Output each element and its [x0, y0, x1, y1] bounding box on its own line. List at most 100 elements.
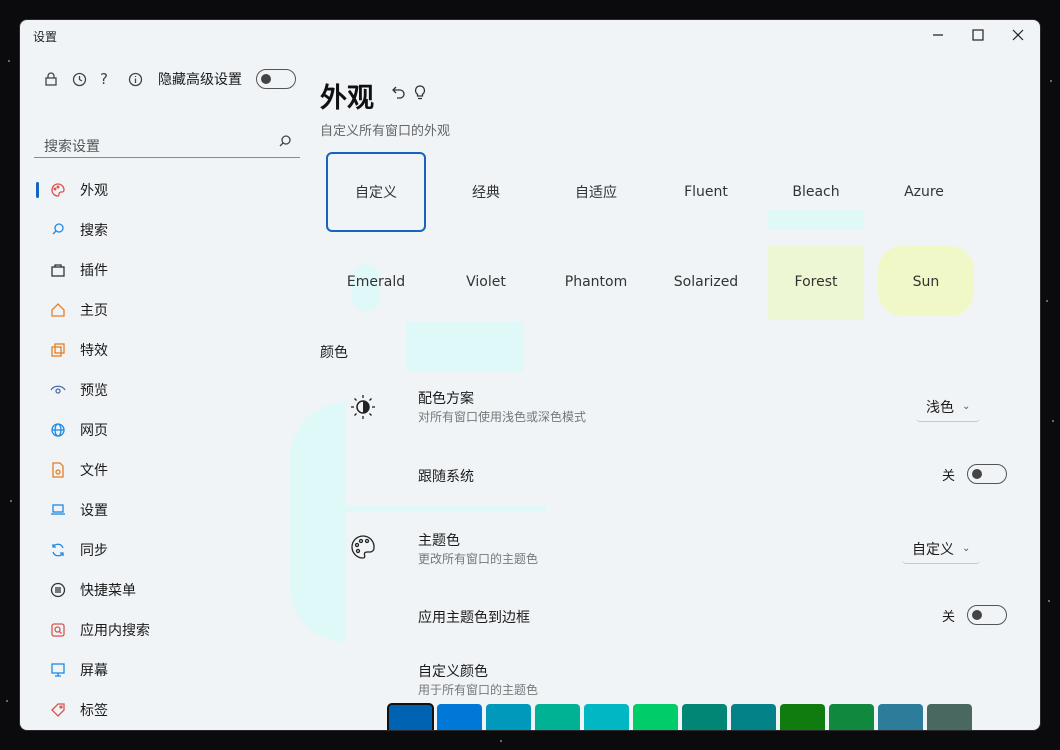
laptop-icon	[51, 504, 65, 515]
color-swatch[interactable]	[633, 704, 678, 730]
color-swatch[interactable]	[878, 704, 923, 730]
sidebar-item-label: 设置	[80, 503, 108, 519]
theme-color-title: 主题色	[418, 533, 460, 549]
minimize-button[interactable]	[918, 24, 958, 46]
apply-border-setting: 应用主题色到边框 关	[346, 605, 1008, 637]
apply-border-toggle[interactable]	[967, 605, 1008, 625]
color-swatch[interactable]	[486, 704, 531, 730]
color-swatch[interactable]	[437, 704, 482, 730]
undo-icon	[392, 86, 405, 99]
sidebar-item-files[interactable]: 文件	[20, 450, 310, 490]
settings-window: 设置 ? 隐藏高级设置 搜索设置 外观 搜索 插件 主页 特效 预览 网页 文件…	[20, 20, 1040, 730]
copy-icon	[51, 343, 65, 357]
question-icon: ?	[100, 70, 108, 88]
sidebar-item-home[interactable]: 主页	[20, 290, 310, 330]
theme-option-adaptive[interactable]: 自适应	[546, 152, 646, 232]
sidebar-item-in-app-search[interactable]: 应用内搜索	[20, 610, 310, 650]
close-button[interactable]	[998, 24, 1038, 46]
tag-icon	[51, 703, 65, 717]
title-actions	[390, 84, 428, 106]
theme-color-value: 自定义	[912, 541, 954, 558]
sync-icon	[52, 543, 64, 557]
help-button[interactable]: ?	[100, 68, 128, 90]
sidebar: ? 隐藏高级设置 搜索设置 外观 搜索 插件 主页 特效 预览 网页 文件 设置…	[20, 50, 310, 730]
theme-option-bleach[interactable]: Bleach	[766, 152, 866, 232]
sidebar-item-screen[interactable]: 屏幕	[20, 650, 310, 690]
custom-color-title: 自定义颜色	[418, 664, 488, 680]
color-scheme-desc: 对所有窗口使用浅色或深色模式	[418, 410, 587, 424]
eye-icon	[50, 385, 66, 394]
color-swatch[interactable]	[731, 704, 776, 730]
hide-advanced-toggle[interactable]	[256, 69, 296, 89]
sidebar-item-web[interactable]: 网页	[20, 410, 310, 450]
decor-blob	[346, 506, 546, 512]
minimize-icon	[933, 34, 943, 36]
maximize-button[interactable]	[958, 24, 998, 46]
theme-option-emerald[interactable]: Emerald	[326, 242, 426, 322]
sidebar-item-plugins[interactable]: 插件	[20, 250, 310, 290]
sidebar-item-label: 主页	[80, 303, 108, 319]
theme-option-classic[interactable]: 经典	[436, 152, 536, 232]
color-swatch[interactable]	[829, 704, 874, 730]
color-scheme-title: 配色方案	[418, 391, 474, 407]
color-swatch[interactable]	[780, 704, 825, 730]
sidebar-item-tags[interactable]: 标签	[20, 690, 310, 730]
bag-icon	[51, 264, 65, 277]
custom-color-setting: 自定义颜色 用于所有窗口的主题色	[346, 661, 1006, 701]
sidebar-item-sync[interactable]: 同步	[20, 530, 310, 570]
sidebar-item-appearance[interactable]: 外观	[20, 170, 310, 210]
undo-button[interactable]	[390, 84, 406, 106]
theme-option-violet[interactable]: Violet	[436, 242, 536, 322]
color-swatch[interactable]	[927, 704, 972, 730]
sidebar-item-label: 应用内搜索	[80, 623, 150, 639]
color-swatch[interactable]	[584, 704, 629, 730]
globe-icon	[51, 423, 65, 437]
page-title: 外观	[320, 83, 374, 114]
sidebar-item-label: 屏幕	[80, 663, 108, 679]
sidebar-item-quick-menu[interactable]: 快捷菜单	[20, 570, 310, 610]
sidebar-item-label: 网页	[80, 423, 108, 439]
color-swatch[interactable]	[387, 703, 434, 730]
search-input[interactable]: 搜索设置	[44, 136, 100, 156]
chevron-down-icon: ⌄	[962, 401, 971, 412]
decor-blob	[290, 402, 346, 642]
color-swatches	[387, 703, 972, 730]
about-button[interactable]	[128, 68, 156, 90]
color-swatch[interactable]	[535, 704, 580, 730]
monitor-icon	[51, 663, 65, 677]
history-button[interactable]	[72, 68, 100, 90]
menu-circle-icon	[50, 582, 66, 598]
theme-color-dropdown[interactable]: 自定义 ⌄	[902, 534, 981, 564]
follow-system-toggle[interactable]	[967, 464, 1008, 484]
sidebar-item-label: 快捷菜单	[80, 583, 136, 599]
follow-system-title: 跟随系统	[418, 469, 474, 485]
search-icon	[52, 223, 64, 235]
follow-system-switch: 关	[942, 464, 1008, 484]
theme-option-custom[interactable]: 自定义	[326, 152, 426, 232]
info-icon	[128, 72, 143, 86]
sidebar-item-effects[interactable]: 特效	[20, 330, 310, 370]
theme-option-sun[interactable]: Sun	[876, 242, 976, 322]
color-scheme-dropdown[interactable]: 浅色 ⌄	[916, 392, 981, 422]
main-panel: 外观 自定义所有窗口的外观 自定义 经典 自适应 Fluent Bleach A…	[290, 50, 1040, 730]
theme-option-azure[interactable]: Azure	[874, 152, 974, 232]
color-scheme-setting: 配色方案 对所有窗口使用浅色或深色模式 浅色 ⌄	[346, 388, 1006, 428]
sidebar-item-label: 标签	[80, 703, 108, 719]
apply-border-switch: 关	[942, 605, 1008, 625]
theme-option-fluent[interactable]: Fluent	[656, 152, 756, 232]
apply-border-state: 关	[942, 609, 956, 625]
theme-option-solarized[interactable]: Solarized	[656, 242, 756, 322]
search-icon	[279, 135, 291, 147]
tip-button[interactable]	[412, 84, 428, 106]
window-title: 设置	[33, 30, 58, 44]
sidebar-item-preview[interactable]: 预览	[20, 370, 310, 410]
sidebar-item-settings[interactable]: 设置	[20, 490, 310, 530]
color-swatch[interactable]	[682, 704, 727, 730]
apply-border-title: 应用主题色到边框	[418, 610, 530, 626]
file-icon	[52, 462, 64, 478]
theme-option-forest[interactable]: Forest	[766, 242, 866, 322]
search-box[interactable]: 搜索设置	[34, 128, 300, 158]
theme-option-phantom[interactable]: Phantom	[546, 242, 646, 322]
sidebar-item-search[interactable]: 搜索	[20, 210, 310, 250]
lock-button[interactable]	[44, 68, 72, 90]
